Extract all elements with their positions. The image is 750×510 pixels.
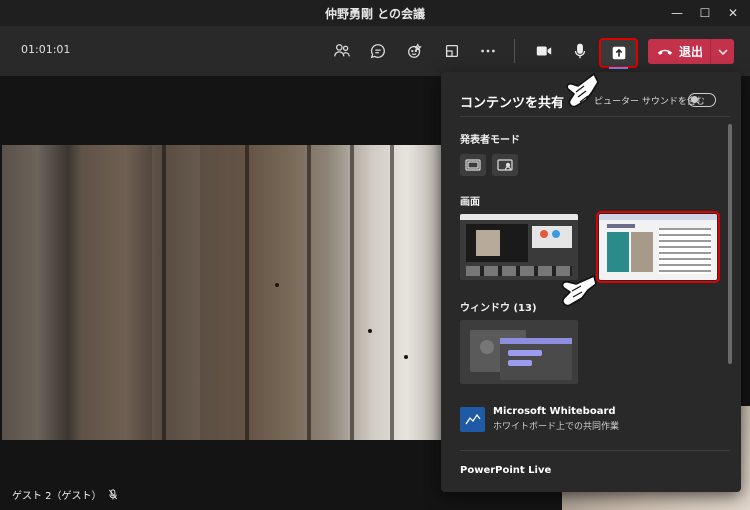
title-bar: 仲野勇剛 との会議 — ☐ ✕ [0, 0, 750, 26]
window-heading: ウィンドウ (13) [460, 303, 537, 314]
leave-label: 退出 [679, 45, 704, 59]
camera-button[interactable] [529, 36, 559, 66]
camera-icon [536, 46, 552, 56]
leave-button-group: 退出 [648, 39, 734, 64]
computer-audio-toggle[interactable] [688, 93, 716, 107]
people-icon [334, 44, 350, 57]
presenter-mode-content-only-button[interactable] [460, 154, 486, 176]
pointing-hand-icon [566, 73, 599, 108]
chat-button[interactable] [363, 36, 393, 66]
window-thumbnail[interactable] [460, 320, 578, 384]
divider [460, 450, 730, 451]
leave-options-button[interactable] [711, 49, 734, 55]
more-icon [481, 49, 495, 53]
participants-button[interactable] [327, 36, 357, 66]
powerpoint-live-heading[interactable]: PowerPoint Live [460, 465, 551, 476]
share-panel-title: コンテンツを共有 [460, 96, 565, 111]
screen-heading: 画面 [460, 197, 480, 208]
reactions-button[interactable] [400, 36, 430, 66]
panel-scrollbar[interactable] [728, 124, 732, 364]
chevron-down-icon [718, 49, 727, 55]
microphone-button[interactable] [565, 36, 595, 66]
toolbar-divider [514, 39, 515, 63]
meeting-toolbar: 01:01:01 退出 [0, 26, 750, 76]
monitor-icon [465, 159, 481, 171]
microphone-icon [574, 43, 586, 59]
chat-icon [370, 44, 385, 59]
participant-video [2, 145, 442, 440]
microphone-muted-icon [108, 488, 117, 500]
minimize-button[interactable]: — [662, 0, 692, 26]
window-title: 仲野勇剛 との会議 [324, 7, 426, 21]
close-button[interactable]: ✕ [718, 0, 748, 26]
more-actions-button[interactable] [473, 36, 503, 66]
hang-up-icon [657, 49, 673, 55]
participant-name-badge: ゲスト 2（ゲスト） [6, 484, 124, 504]
presenter-mode-heading: 発表者モード [460, 135, 520, 146]
presenter-overlay-icon [497, 159, 513, 171]
whiteboard-item[interactable]: Microsoft Whiteboard ホワイトボード上での共同作業 [460, 406, 619, 432]
presenter-mode-standout-button[interactable] [492, 154, 518, 176]
reaction-icon [408, 43, 422, 58]
screen-2-thumbnail[interactable] [596, 211, 720, 283]
whiteboard-subtitle: ホワイトボード上での共同作業 [493, 422, 620, 432]
share-content-button[interactable] [599, 38, 638, 69]
share-icon [612, 46, 625, 60]
divider [460, 116, 730, 117]
pointing-hand-icon [561, 275, 597, 307]
rooms-button[interactable] [437, 36, 467, 66]
breakout-rooms-icon [445, 44, 459, 58]
whiteboard-title: Microsoft Whiteboard [493, 406, 616, 417]
participant-name: ゲスト 2（ゲスト） [12, 490, 102, 502]
maximize-button[interactable]: ☐ [690, 0, 720, 26]
leave-button[interactable]: 退出 [648, 39, 710, 64]
meeting-timer: 01:01:01 [21, 43, 71, 56]
whiteboard-icon [460, 406, 485, 432]
